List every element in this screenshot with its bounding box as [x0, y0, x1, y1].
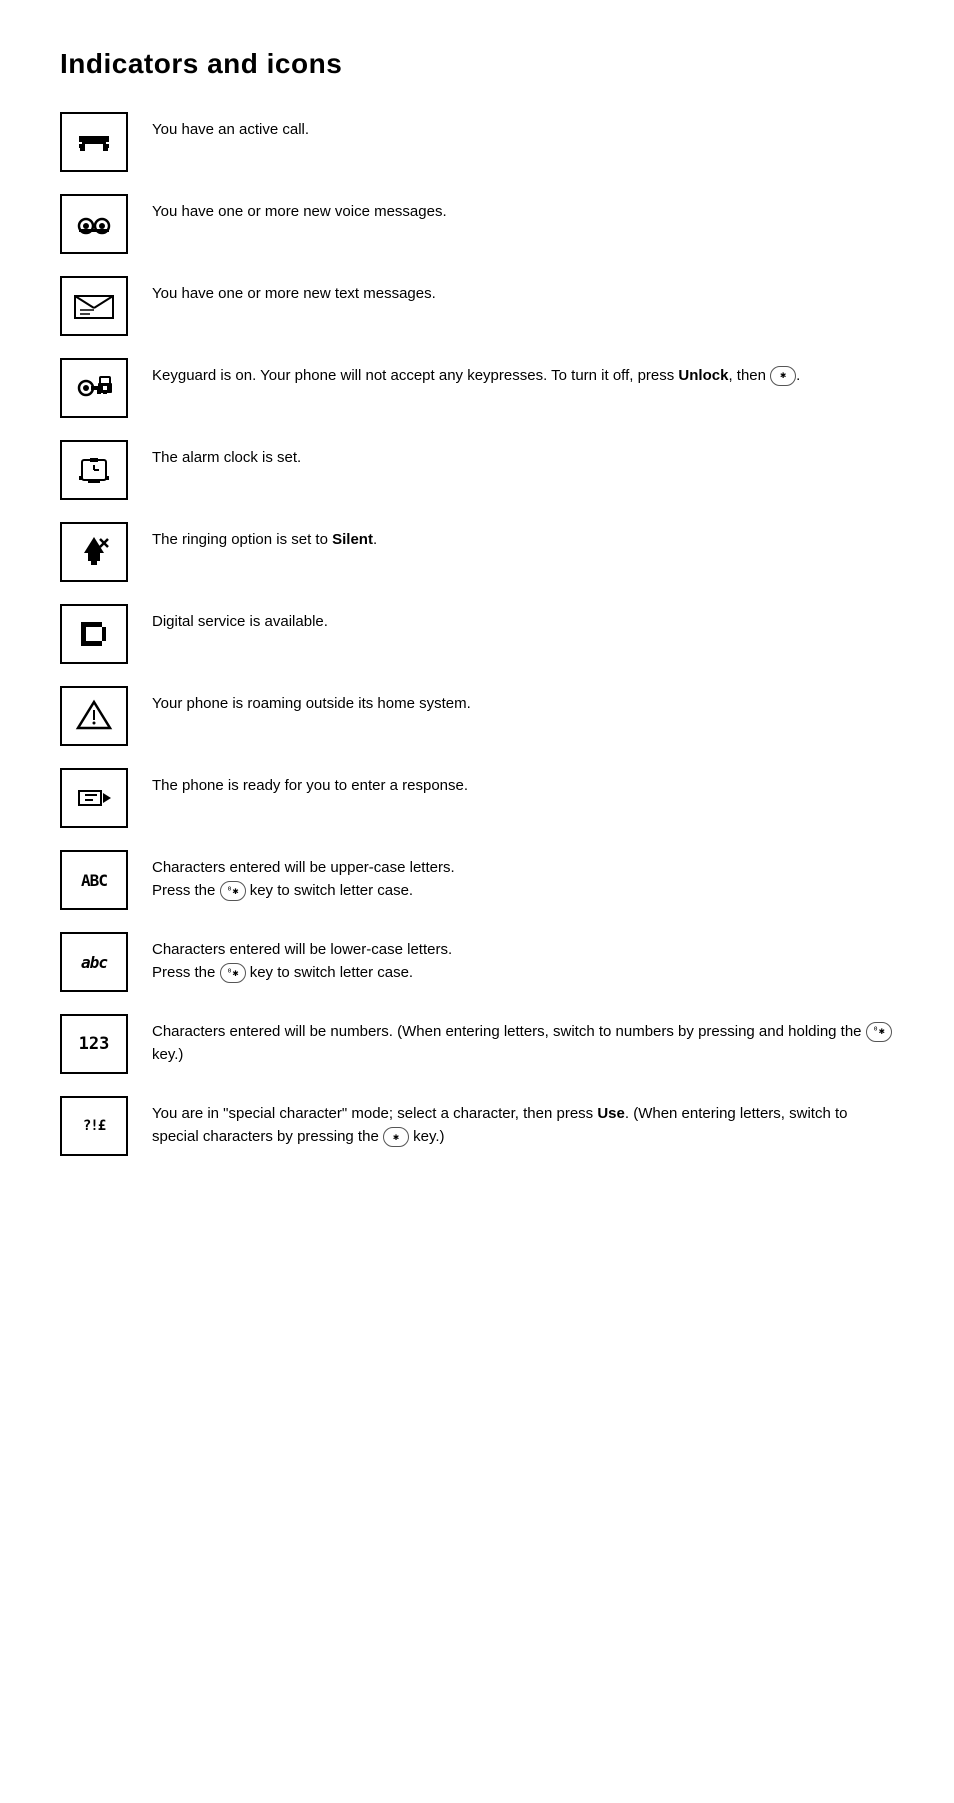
- list-item: You have one or more new voice messages.: [60, 194, 894, 254]
- hash-key-symbol-1: ⁰✱: [220, 881, 246, 901]
- active-call-desc: You have an active call.: [152, 112, 894, 141]
- list-item: ABC Characters entered will be upper-cas…: [60, 850, 894, 910]
- digital-desc: Digital service is available.: [152, 604, 894, 633]
- list-item: Your phone is roaming outside its home s…: [60, 686, 894, 746]
- star-key-symbol-2: ✱: [383, 1127, 409, 1147]
- indicator-list: You have an active call. You have one or…: [60, 112, 894, 1178]
- uppercase-desc: Characters entered will be upper-case le…: [152, 850, 894, 903]
- list-item: Keyguard is on. Your phone will not acce…: [60, 358, 894, 418]
- page-title: Indicators and icons: [60, 48, 894, 80]
- text-message-icon: [60, 276, 128, 336]
- list-item: 123 Characters entered will be numbers. …: [60, 1014, 894, 1074]
- active-call-icon: [60, 112, 128, 172]
- list-item: You have an active call.: [60, 112, 894, 172]
- hash-key-symbol-3: ⁰✱: [866, 1022, 892, 1042]
- roaming-desc: Your phone is roaming outside its home s…: [152, 686, 894, 715]
- hash-key-symbol-2: ⁰✱: [220, 963, 246, 983]
- text-message-desc: You have one or more new text messages.: [152, 276, 894, 305]
- list-item: Digital service is available.: [60, 604, 894, 664]
- silent-icon: [60, 522, 128, 582]
- digital-icon: [60, 604, 128, 664]
- keyguard-icon: [60, 358, 128, 418]
- list-item: The alarm clock is set.: [60, 440, 894, 500]
- list-item: ?!£ You are in "special character" mode;…: [60, 1096, 894, 1156]
- special-chars-icon: ?!£: [60, 1096, 128, 1156]
- special-chars-desc: You are in "special character" mode; sel…: [152, 1096, 894, 1149]
- numbers-desc: Characters entered will be numbers. (Whe…: [152, 1014, 894, 1067]
- list-item: abc Characters entered will be lower-cas…: [60, 932, 894, 992]
- list-item: You have one or more new text messages.: [60, 276, 894, 336]
- lowercase-desc: Characters entered will be lower-case le…: [152, 932, 894, 985]
- lowercase-icon: abc: [60, 932, 128, 992]
- voicemail-icon: [60, 194, 128, 254]
- voice-message-desc: You have one or more new voice messages.: [152, 194, 894, 223]
- uppercase-icon: ABC: [60, 850, 128, 910]
- numbers-icon: 123: [60, 1014, 128, 1074]
- response-icon: [60, 768, 128, 828]
- response-desc: The phone is ready for you to enter a re…: [152, 768, 894, 797]
- silent-desc: The ringing option is set to Silent.: [152, 522, 894, 551]
- list-item: The phone is ready for you to enter a re…: [60, 768, 894, 828]
- star-key-symbol: ✱: [770, 366, 796, 386]
- alarm-desc: The alarm clock is set.: [152, 440, 894, 469]
- roaming-icon: [60, 686, 128, 746]
- keyguard-desc: Keyguard is on. Your phone will not acce…: [152, 358, 894, 387]
- alarm-icon: [60, 440, 128, 500]
- list-item: The ringing option is set to Silent.: [60, 522, 894, 582]
